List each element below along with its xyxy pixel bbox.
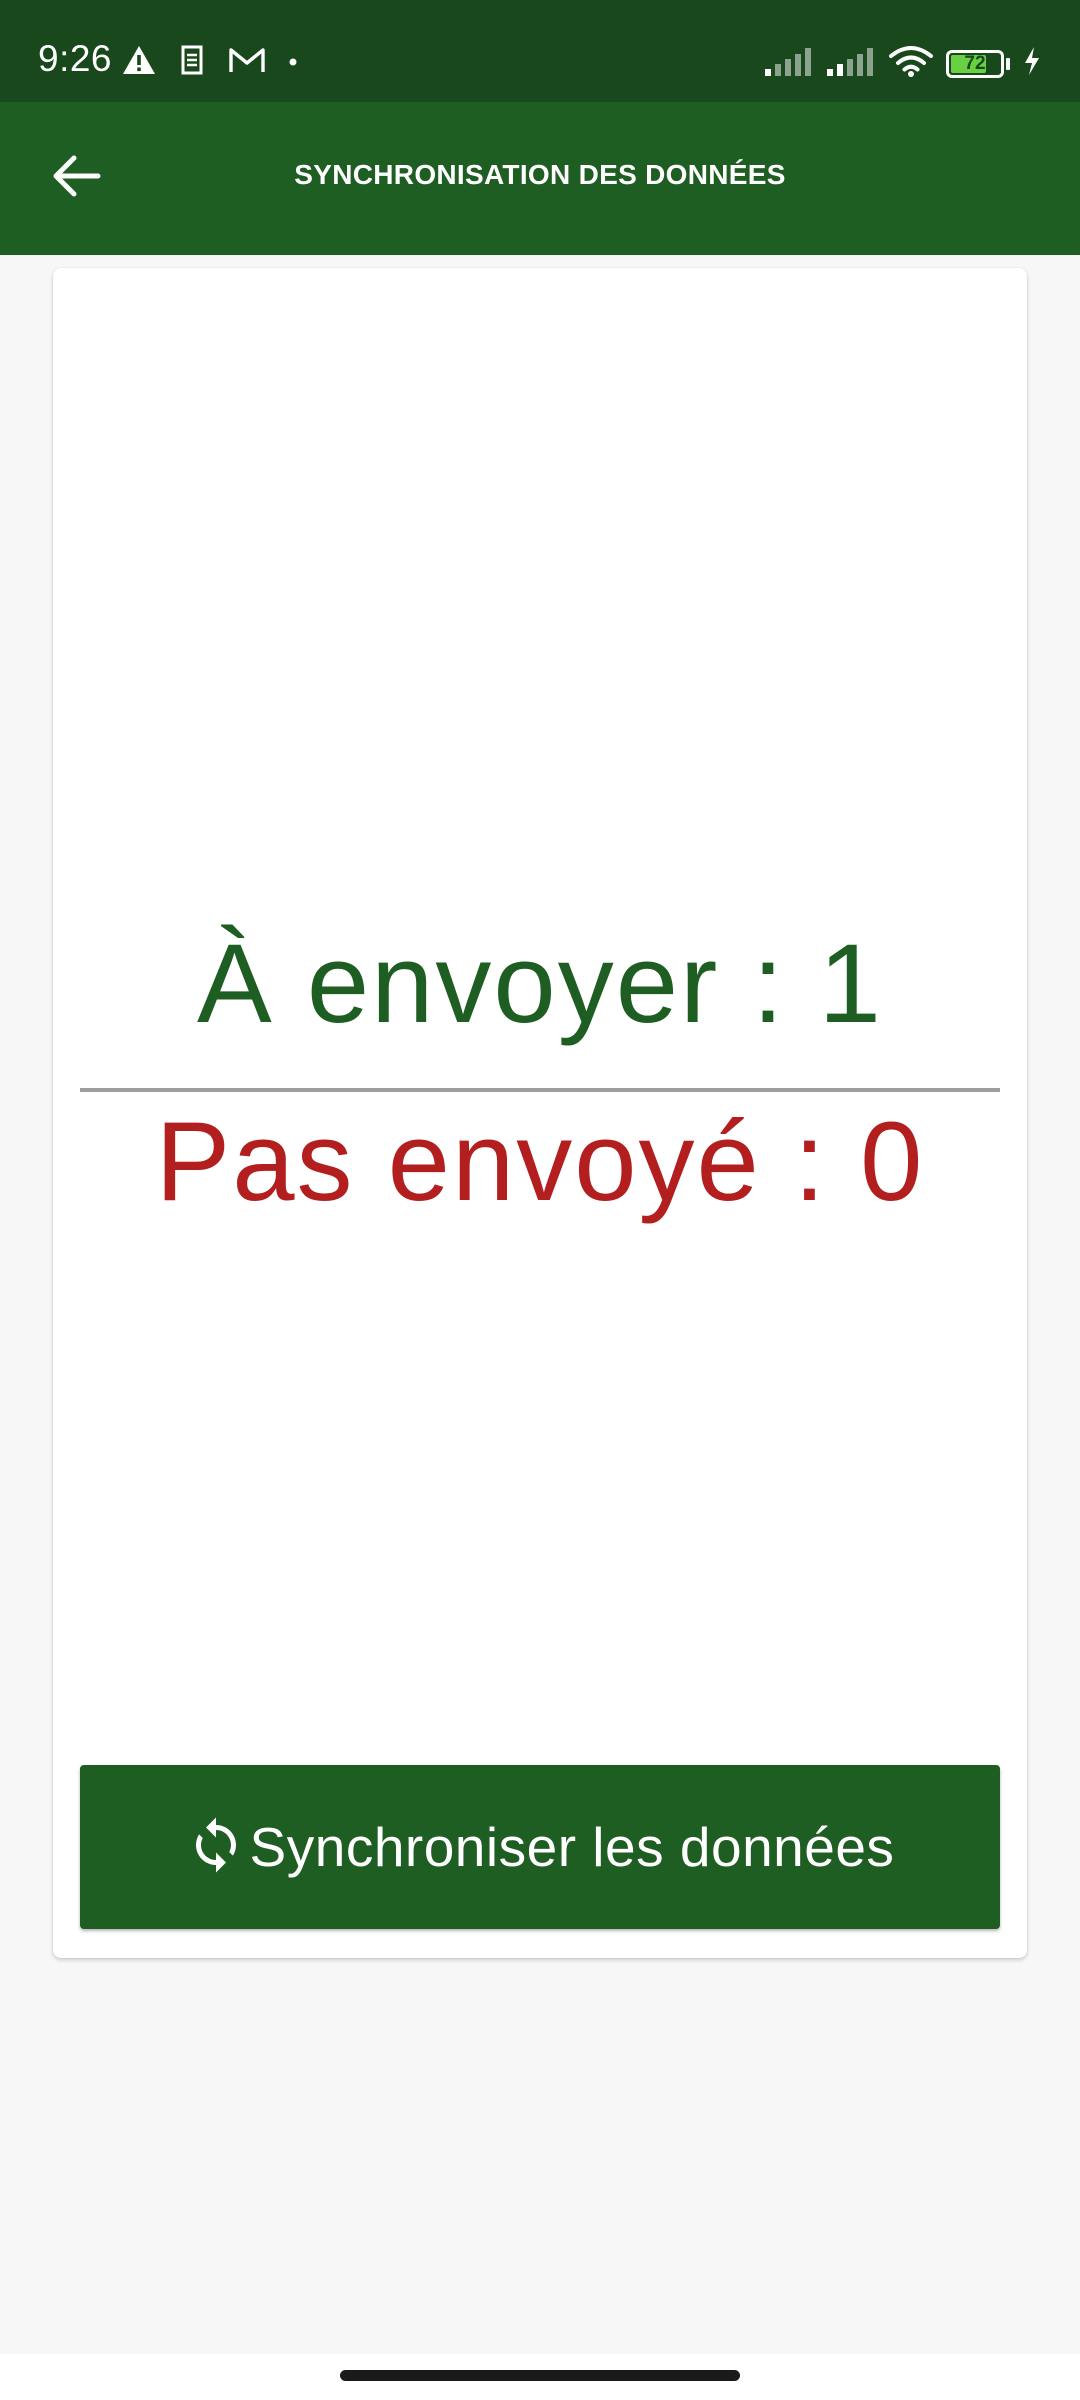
- wifi-icon: [888, 44, 934, 83]
- app-bar: SYNCHRONISATION DES DONNÉES: [0, 102, 1080, 255]
- battery-icon: 72: [946, 49, 1010, 78]
- status-time: 9:26: [38, 38, 113, 79]
- page-title: SYNCHRONISATION DES DONNÉES: [294, 159, 786, 190]
- status-bar: 9:26 72: [0, 0, 1080, 102]
- battery-level: 72: [964, 52, 986, 74]
- notification-icons: [122, 44, 298, 81]
- sync-button-label: Synchroniser les données: [249, 1816, 895, 1878]
- charging-icon: [1022, 46, 1042, 81]
- signal-icon: [826, 45, 876, 82]
- count-divider: [80, 1088, 1000, 1092]
- battery-cap: [1006, 57, 1010, 70]
- pending-count-label: À envoyer : 1: [197, 921, 883, 1046]
- alert-icon: [122, 45, 156, 80]
- dot-icon: [288, 54, 298, 72]
- sync-icon: [186, 1815, 246, 1880]
- failed-count-label: Pas envoyé : 0: [155, 1099, 925, 1224]
- battery-indicator: 72: [946, 49, 1004, 78]
- sync-button[interactable]: Synchroniser les données: [80, 1765, 1000, 1929]
- sim-icon: [178, 44, 206, 81]
- home-indicator[interactable]: [340, 2370, 740, 2381]
- navigation-bar: [0, 2354, 1080, 2400]
- signal-icon: [764, 45, 814, 82]
- system-icons: 72: [764, 44, 1042, 83]
- gmail-icon: [228, 45, 266, 80]
- sync-card: À envoyer : 1 Pas envoyé : 0 Synchronise…: [53, 268, 1027, 1958]
